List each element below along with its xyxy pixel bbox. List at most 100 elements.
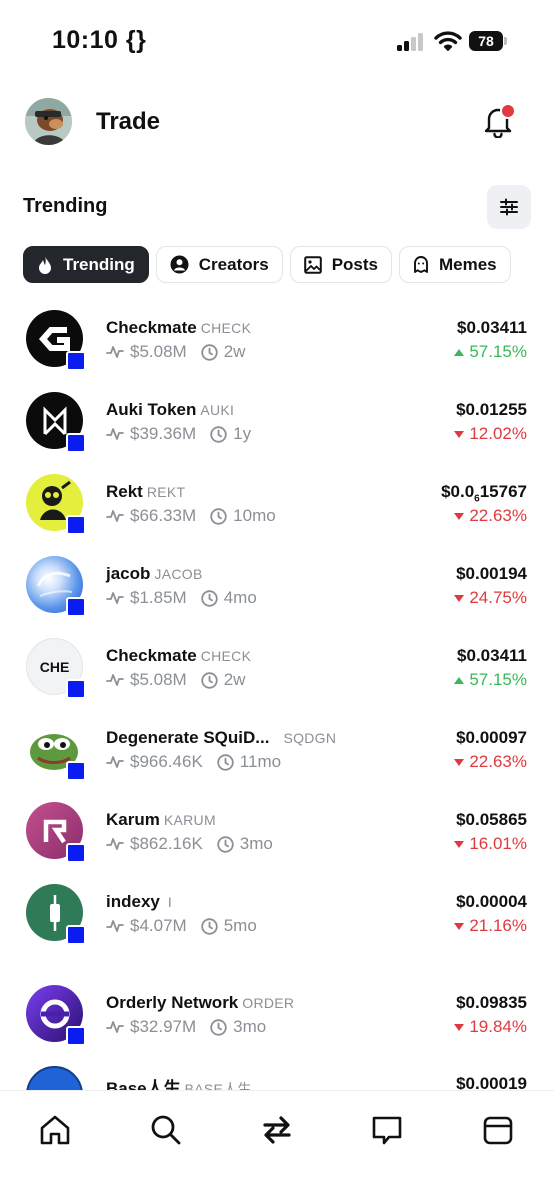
token-symbol: BASE人生 (184, 1081, 252, 1090)
activity-icon (106, 674, 124, 686)
arrow-up-icon (454, 348, 465, 356)
change-value: 19.84% (469, 1017, 527, 1036)
header: Trade (0, 98, 554, 148)
indexy-logo-icon (49, 894, 60, 931)
tab-trending[interactable]: Trending (23, 246, 149, 283)
home-icon[interactable] (38, 1113, 72, 1147)
token-row[interactable]: Base人生 BASE人生 $0.00019 (0, 1056, 554, 1090)
arrow-down-icon (454, 430, 465, 438)
change-value: 24.75% (469, 588, 527, 607)
token-row[interactable]: indexy I $4.07M 5mo $0.00004 21.16% (0, 874, 554, 956)
token-price: $0.01255 (456, 400, 527, 419)
token-age: 2w (223, 670, 246, 689)
search-icon[interactable] (149, 1113, 183, 1147)
activity-icon (106, 1021, 124, 1033)
activity-icon (106, 756, 124, 768)
bottom-nav (0, 1090, 554, 1200)
token-price: $0.09835 (456, 993, 527, 1012)
token-age: 4mo (223, 588, 257, 607)
token-row[interactable]: Auki Token AUKI $39.36M 1y $0.01255 12.02… (0, 382, 554, 464)
token-age: 3mo (239, 834, 273, 853)
token-row[interactable]: Checkmate CHECK $5.08M 2w $0.03411 57.15% (0, 300, 554, 382)
token-logo (26, 474, 86, 535)
wallet-icon[interactable] (481, 1113, 515, 1147)
token-row[interactable]: Degenerate SQuiD... SQDGN $966.46K 11mo $… (0, 710, 554, 792)
token-symbol: JACOB (154, 566, 203, 582)
token-symbol: AUKI (200, 402, 235, 418)
arrow-down-icon (454, 1023, 465, 1031)
change-value: 57.15% (469, 670, 527, 689)
chain-badge (66, 515, 86, 535)
activity-icon (106, 510, 124, 522)
page-title: Trade (96, 108, 161, 135)
price-change: 19.84% (454, 1017, 527, 1037)
token-price: $0.0615767 (441, 482, 527, 505)
price-change: 57.15% (454, 670, 527, 690)
clock-icon (201, 671, 218, 689)
change-value: 16.01% (469, 834, 527, 853)
tab-creators[interactable]: Creators (155, 246, 283, 283)
price-change: 22.63% (454, 506, 527, 526)
avatar[interactable] (25, 98, 72, 145)
token-row[interactable]: jacob JACOB $1.85M 4mo $0.00194 24.75% (0, 546, 554, 628)
token-symbol: ORDER (242, 995, 295, 1011)
token-age: 3mo (233, 1017, 267, 1036)
chain-badge (66, 843, 86, 863)
token-name: Rekt (106, 482, 143, 501)
chat-icon[interactable] (370, 1113, 404, 1147)
clock-icon (217, 835, 234, 853)
token-price: $0.00097 (456, 728, 527, 747)
clock-icon (210, 507, 227, 525)
chain-badge (66, 351, 86, 371)
token-symbol: CHECK (200, 320, 252, 336)
status-time: 10:10 {} (52, 26, 147, 54)
karum-logo-icon (43, 819, 66, 843)
token-price: $0.03411 (457, 646, 527, 665)
chain-badge (66, 925, 86, 945)
tab-memes[interactable]: Memes (399, 246, 511, 283)
token-name: Orderly Network (106, 993, 239, 1012)
market-cap: $32.97M (130, 1017, 197, 1036)
clock-icon (210, 425, 227, 443)
price-change: 57.15% (454, 342, 527, 362)
filter-button[interactable] (487, 185, 531, 229)
token-logo (26, 556, 86, 617)
token-row[interactable]: Karum KARUM $862.16K 3mo $0.05865 16.01% (0, 792, 554, 874)
market-cap: $862.16K (130, 834, 203, 853)
chain-badge (66, 761, 86, 781)
arrow-down-icon (454, 512, 465, 520)
token-symbol: I (167, 894, 173, 910)
token-name: Checkmate (106, 646, 197, 665)
token-row[interactable]: Orderly Network ORDER $32.97M 3mo $0.0983… (0, 975, 554, 1057)
token-symbol: REKT (146, 484, 186, 500)
token-name: indexy (106, 892, 160, 911)
token-age: 2w (223, 342, 246, 361)
notification-dot (500, 103, 516, 119)
price-change: 12.02% (454, 424, 527, 444)
swap-icon[interactable] (260, 1113, 294, 1147)
logo-text: CHE (39, 658, 70, 675)
arrow-down-icon (454, 758, 465, 766)
activity-icon (106, 838, 124, 850)
token-age: 10mo (233, 506, 276, 525)
token-name: Checkmate (106, 318, 197, 337)
clock-icon (217, 753, 234, 771)
market-cap: $39.36M (130, 424, 197, 443)
section-title: Trending (23, 195, 108, 217)
token-logo: CHE (26, 638, 86, 699)
change-value: 12.02% (469, 424, 527, 443)
token-symbol: CHECK (200, 648, 252, 664)
token-row[interactable]: CHE Checkmate CHECK $5.08M 2w $0.03411 57… (0, 628, 554, 710)
price-change: 24.75% (454, 588, 527, 608)
image-icon (303, 255, 322, 274)
market-cap: $5.08M (130, 342, 187, 361)
market-cap: $5.08M (130, 670, 187, 689)
tab-posts[interactable]: Posts (289, 246, 392, 283)
activity-icon (106, 346, 124, 358)
change-value: 22.63% (469, 752, 527, 771)
sliders-icon (500, 198, 518, 216)
activity-icon (106, 920, 124, 932)
arrow-up-icon (454, 676, 465, 684)
battery-icon: 78 (469, 31, 507, 51)
token-row[interactable]: Rekt REKT $66.33M 10mo $0.0615767 22.63% (0, 464, 554, 546)
